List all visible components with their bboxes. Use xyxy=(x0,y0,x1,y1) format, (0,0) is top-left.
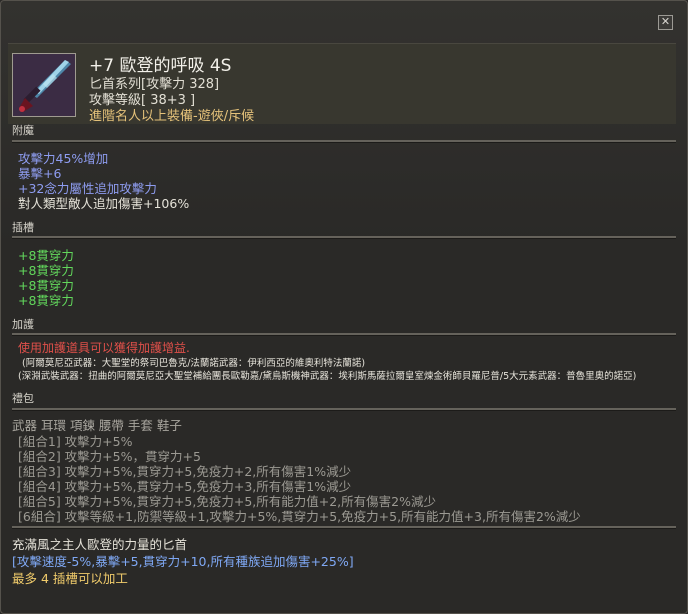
divider xyxy=(12,408,676,411)
set-bonus-line: [6組合] 攻擊等級+1,防禦等級+1,攻擊力+5%,貫穿力+5,免疫力+5,所… xyxy=(18,509,581,524)
protection-title: 加護 xyxy=(12,318,34,331)
slots-title: 插槽 xyxy=(12,221,34,234)
divider xyxy=(12,140,676,143)
close-icon[interactable]: ✕ xyxy=(658,15,673,30)
slot-line: +8貫穿力 xyxy=(18,293,74,308)
item-requirement: 進階名人以上裝備-遊俠/斥候 xyxy=(89,109,255,124)
enchant-title: 附魔 xyxy=(12,124,34,137)
protection-warning: 使用加護道具可以獲得加護增益. xyxy=(18,341,190,355)
slot-capacity: 最多 4 插槽可以加工 xyxy=(12,571,128,586)
protection-note: (阿爾莫尼亞武器：大聖堂的祭司巴魯克/法蘭諾武器：伊利西亞的維奧利特法蘭諾) xyxy=(22,358,366,369)
divider xyxy=(12,333,676,336)
set-title: 禮包 xyxy=(12,392,34,405)
enchant-line: 對人類型敵人追加傷害+106% xyxy=(18,196,190,211)
divider xyxy=(12,236,676,239)
divider xyxy=(12,526,676,529)
dagger-icon xyxy=(12,53,76,117)
protection-note: (深淵武裝武器：扭曲的阿爾莫尼亞大聖堂補給團長歐勒嘉/黛烏斯機神武器：埃利斯馬薩… xyxy=(18,371,637,382)
